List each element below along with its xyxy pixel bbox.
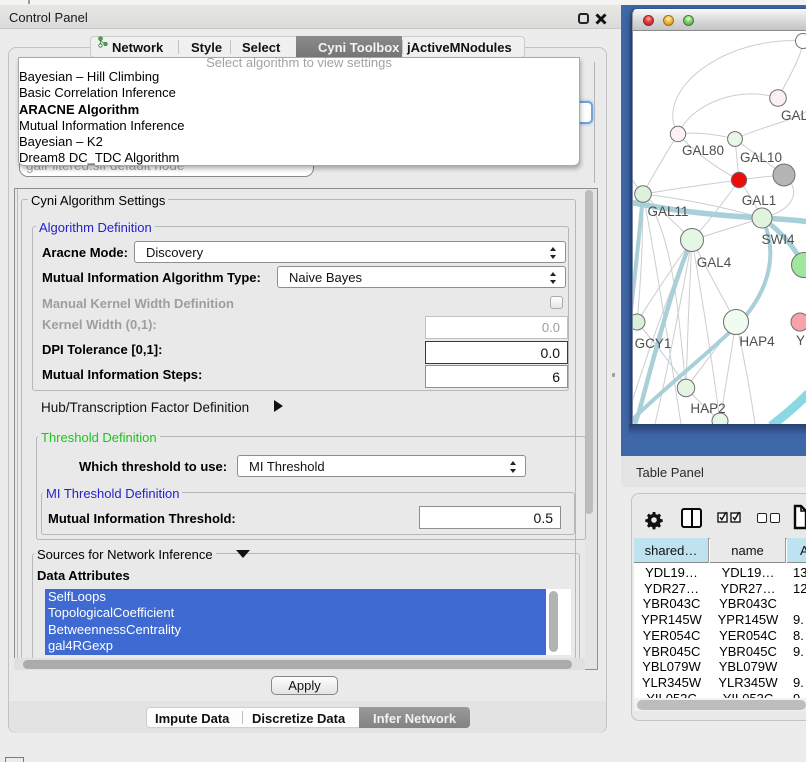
svg-text:GAL7: GAL7 — [781, 108, 806, 123]
svg-text:GAL10: GAL10 — [740, 150, 782, 165]
svg-text:HAP4: HAP4 — [739, 334, 775, 349]
svg-text:GCY1: GCY1 — [635, 336, 672, 351]
svg-text:Y: Y — [796, 333, 805, 348]
svg-text:GAL11: GAL11 — [647, 204, 688, 219]
svg-text:SWI4: SWI4 — [761, 232, 794, 247]
svg-text:HAP2: HAP2 — [690, 401, 725, 416]
svg-text:GAL1: GAL1 — [742, 193, 777, 208]
svg-text:GAL80: GAL80 — [682, 143, 724, 158]
svg-text:GAL4: GAL4 — [697, 255, 732, 270]
